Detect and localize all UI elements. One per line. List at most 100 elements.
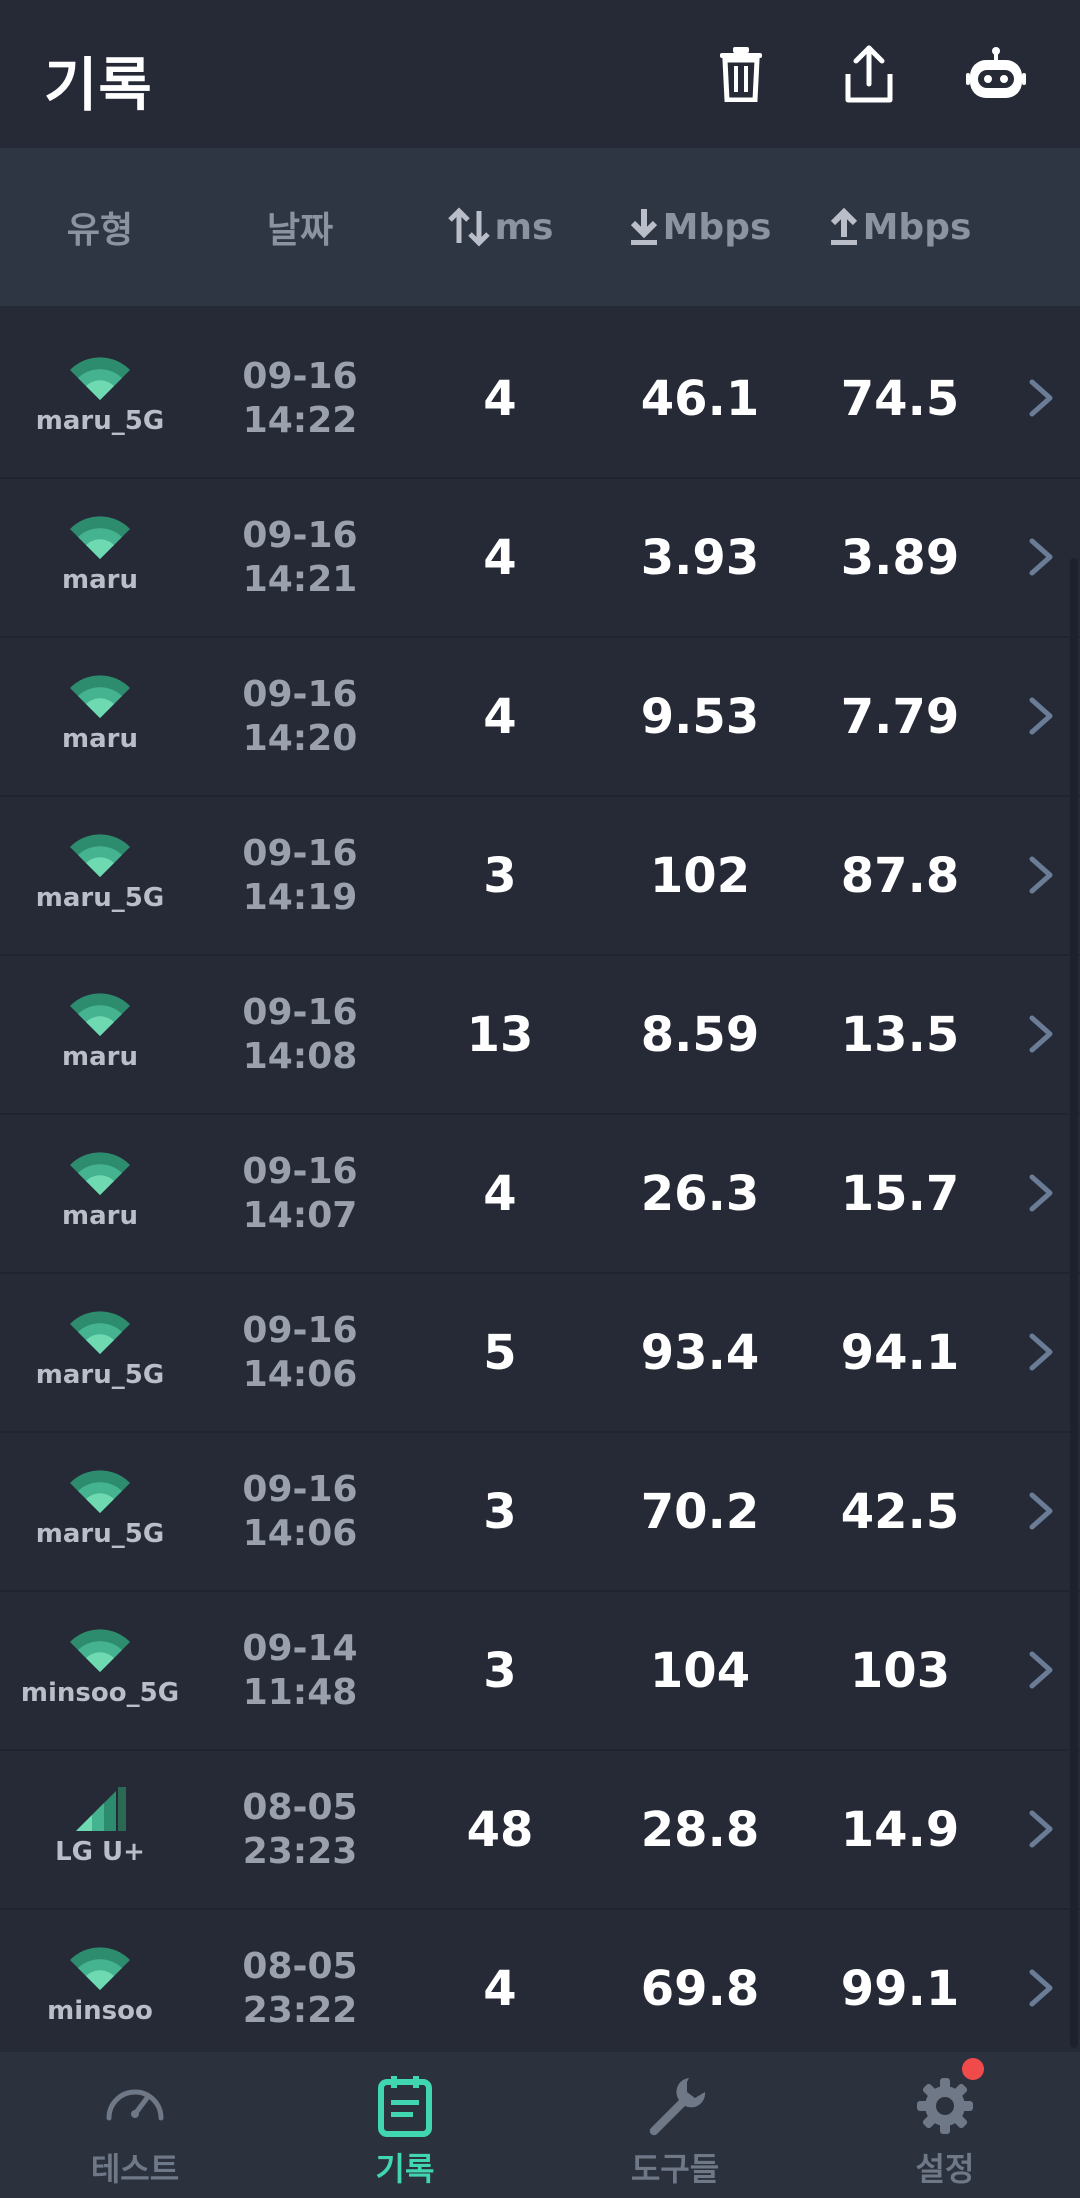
network-name: maru xyxy=(62,1201,138,1231)
network-name: minsoo_5G xyxy=(20,1678,180,1708)
record-time: 14:22 xyxy=(242,399,358,441)
network-type: maru xyxy=(0,956,200,1113)
record-row[interactable]: maru 09-16 14:20 4 9.53 7.79 xyxy=(0,638,1080,797)
download-value: 93.4 xyxy=(640,1324,760,1381)
robot-button[interactable] xyxy=(960,36,1032,112)
network-type: maru xyxy=(0,479,200,636)
history-icon xyxy=(378,2076,432,2137)
chevron-right-icon xyxy=(1029,1969,1053,2007)
record-row[interactable]: maru 09-16 14:21 4 3.93 3.89 xyxy=(0,479,1080,638)
chevron-right-icon xyxy=(1029,1174,1053,1212)
upload-value: 15.7 xyxy=(840,1165,960,1222)
record-time: 14:06 xyxy=(242,1353,358,1395)
record-date: 09-16 14:19 xyxy=(200,797,400,954)
record-row[interactable]: maru_5G 09-16 14:19 3 102 87.8 xyxy=(0,797,1080,956)
record-day: 08-05 xyxy=(242,1786,358,1828)
tab-history-label: 기록 xyxy=(375,2150,435,2188)
notification-badge xyxy=(962,2058,984,2080)
record-row[interactable]: maru 09-16 14:07 4 26.3 15.7 xyxy=(0,1115,1080,1274)
column-upload-unit: Mbps xyxy=(862,206,972,248)
delete-button[interactable] xyxy=(705,36,777,112)
record-row[interactable]: maru_5G 09-16 14:06 5 93.4 94.1 xyxy=(0,1274,1080,1433)
record-row[interactable]: maru_5G 09-16 14:06 3 70.2 42.5 xyxy=(0,1433,1080,1592)
ping-value: 4 xyxy=(483,1165,517,1222)
chevron-right-icon xyxy=(1029,1015,1053,1053)
upload-value: 99.1 xyxy=(840,1960,960,2017)
network-name: maru_5G xyxy=(35,883,165,913)
column-download[interactable]: Mbps xyxy=(600,148,800,306)
scrollbar[interactable] xyxy=(1070,558,1078,2048)
tab-history[interactable]: 기록 xyxy=(270,2052,540,2198)
record-day: 09-16 xyxy=(242,991,358,1033)
robot-icon xyxy=(966,47,1026,98)
ping-value: 13 xyxy=(466,1006,534,1063)
tab-test[interactable]: 테스트 xyxy=(0,2052,270,2198)
download-value: 28.8 xyxy=(640,1801,760,1858)
wifi-icon xyxy=(70,516,130,559)
record-time: 14:19 xyxy=(242,876,358,918)
download-icon xyxy=(630,209,657,245)
network-type: minsoo xyxy=(0,1910,200,2067)
record-row[interactable]: minsoo_5G 09-14 11:48 3 104 103 xyxy=(0,1592,1080,1751)
record-row[interactable]: maru_5G 09-16 14:22 4 46.1 74.5 xyxy=(0,320,1080,479)
network-name: maru_5G xyxy=(35,1360,165,1390)
record-day: 09-16 xyxy=(242,673,358,715)
ping-value: 4 xyxy=(483,529,517,586)
tab-settings[interactable]: 설정 xyxy=(810,2052,1080,2198)
speedometer-icon xyxy=(106,2089,164,2121)
chevron-right-icon xyxy=(1029,697,1053,735)
tab-tools[interactable]: 도구들 xyxy=(540,2052,810,2198)
network-type: maru_5G xyxy=(0,320,200,477)
record-day: 08-05 xyxy=(242,1945,358,1987)
network-type: maru_5G xyxy=(0,797,200,954)
chevron-right-icon xyxy=(1029,1492,1053,1530)
upload-value: 7.79 xyxy=(840,688,960,745)
download-value: 26.3 xyxy=(640,1165,760,1222)
record-time: 14:07 xyxy=(242,1194,358,1236)
share-button[interactable] xyxy=(833,36,905,112)
download-value: 69.8 xyxy=(640,1960,760,2017)
record-row[interactable]: minsoo 08-05 23:22 4 69.8 99.1 xyxy=(0,1910,1080,2069)
record-date: 08-05 23:22 xyxy=(200,1910,400,2067)
ping-arrows-icon xyxy=(447,207,490,247)
upload-value: 14.9 xyxy=(840,1801,960,1858)
record-day: 09-14 xyxy=(242,1627,358,1669)
download-value: 70.2 xyxy=(640,1483,760,1540)
record-day: 09-16 xyxy=(242,355,358,397)
wifi-icon xyxy=(70,357,130,400)
upload-value: 87.8 xyxy=(840,847,960,904)
ping-value: 3 xyxy=(483,1642,517,1699)
record-day: 09-16 xyxy=(242,1468,358,1510)
record-date: 09-16 14:22 xyxy=(200,320,400,477)
upload-value: 103 xyxy=(849,1642,951,1699)
network-type: maru_5G xyxy=(0,1433,200,1590)
ping-value: 3 xyxy=(483,847,517,904)
tab-settings-label: 설정 xyxy=(915,2150,975,2188)
wifi-icon xyxy=(70,1470,130,1513)
wifi-icon xyxy=(70,834,130,877)
column-date[interactable]: 날짜 xyxy=(200,148,400,306)
record-time: 23:23 xyxy=(242,1830,358,1872)
gear-icon xyxy=(917,2078,973,2134)
column-type[interactable]: 유형 xyxy=(0,148,200,306)
network-type: maru_5G xyxy=(0,1274,200,1431)
chevron-right-icon xyxy=(1029,538,1053,576)
network-type: LG U+ xyxy=(0,1751,200,1908)
chevron-right-icon xyxy=(1029,1651,1053,1689)
record-row[interactable]: maru 09-16 14:08 13 8.59 13.5 xyxy=(0,956,1080,1115)
network-name: maru_5G xyxy=(35,1519,165,1549)
record-date: 09-16 14:07 xyxy=(200,1115,400,1272)
record-time: 14:20 xyxy=(242,717,358,759)
record-date: 09-14 11:48 xyxy=(200,1592,400,1749)
trash-icon xyxy=(720,47,762,102)
record-row[interactable]: LG U+ 08-05 23:23 48 28.8 14.9 xyxy=(0,1751,1080,1910)
upload-value: 3.89 xyxy=(840,529,960,586)
column-upload[interactable]: Mbps xyxy=(800,148,1000,306)
record-date: 09-16 14:20 xyxy=(200,638,400,795)
records-list: maru_5G 09-16 14:22 4 46.1 74.5 maru 09-16 14:21… xyxy=(0,320,1080,2069)
ping-value: 4 xyxy=(483,1960,517,2017)
network-name: maru xyxy=(62,565,138,595)
record-date: 09-16 14:06 xyxy=(200,1274,400,1431)
column-ping[interactable]: ms xyxy=(400,148,600,306)
upload-value: 94.1 xyxy=(840,1324,960,1381)
